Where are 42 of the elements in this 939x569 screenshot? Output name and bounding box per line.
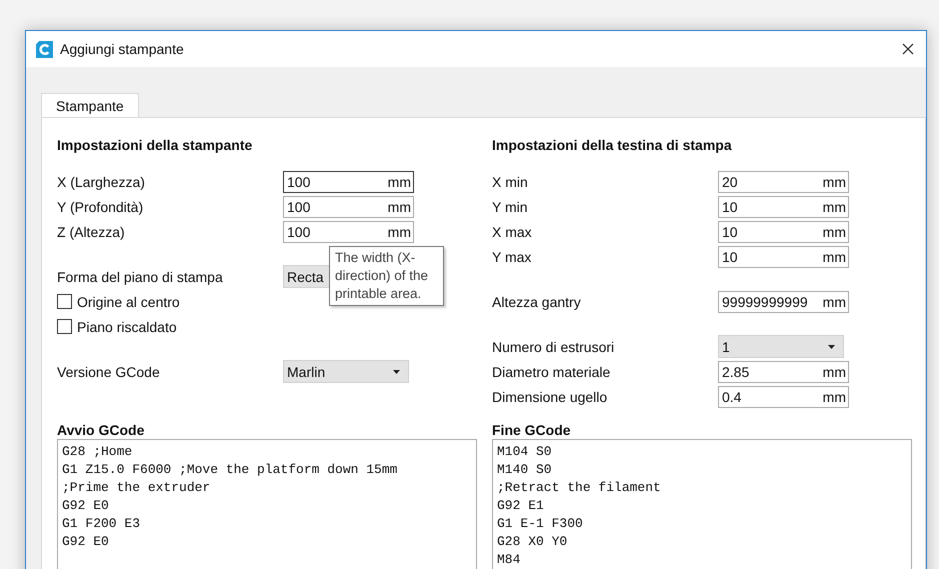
section-heading: Avvio GCode — [57, 421, 146, 439]
number-field[interactable]: 0.4 mm — [718, 386, 849, 408]
field-label: Dimensione ugello — [492, 388, 608, 404]
number-field[interactable]: 10 mm — [718, 196, 849, 218]
gcode-editor[interactable]: G28 ;Home G1 Z15.0 F6000 ;Move the platform down 15mm ;Prime the extruder G92 E0 G1 F200 E3 G92 E0 — [57, 439, 477, 569]
number-field[interactable]: 10 mm — [718, 246, 849, 268]
number-field[interactable]: 20 mm — [718, 170, 849, 192]
field-label: Z (Altezza) — [57, 224, 126, 240]
field-label: Diametro materiale — [492, 364, 612, 380]
number-field[interactable]: 100 mm — [283, 196, 414, 218]
section-heading: Fine GCode — [492, 421, 572, 439]
field-label: Y min — [492, 198, 529, 214]
field-label: Versione GCode — [57, 364, 161, 380]
checkbox-label: Piano riscaldato — [77, 318, 177, 334]
app-logo-icon — [36, 40, 53, 58]
checkbox-label: Origine al centro — [77, 294, 180, 310]
number-field[interactable]: 100 mm — [283, 170, 414, 192]
checkbox[interactable] — [57, 319, 72, 334]
field-label: Altezza gantry — [492, 294, 582, 310]
printer-tab[interactable]: Stampante — [41, 93, 139, 117]
number-field[interactable]: 10 mm — [718, 220, 849, 242]
checkbox[interactable] — [57, 294, 72, 309]
field-label: X max — [492, 224, 533, 240]
field-label: Y (Profondità) — [57, 198, 144, 214]
field-label: Y max — [492, 248, 532, 264]
gcode-editor[interactable]: M104 S0 M140 S0 ;Retract the filament G92 E1 G1 E-1 F300 G28 X0 Y0 M84 — [492, 439, 912, 569]
number-field[interactable]: 99999999999 mm — [718, 290, 849, 312]
dropdown[interactable]: Marlin — [283, 360, 409, 383]
field-label: Numero di estrusori — [492, 338, 616, 354]
window-title: Aggiungi stampante — [60, 41, 185, 57]
field-label: X (Larghezza) — [57, 174, 146, 190]
field-label: Forma del piano di stampa — [57, 268, 224, 284]
section-heading: Impostazioni della stampante — [57, 136, 254, 155]
dropdown[interactable]: 1 — [718, 335, 844, 358]
number-field[interactable]: 2.85 mm — [718, 360, 849, 382]
caret-icon — [393, 370, 400, 374]
tooltip: The width (X-direction) of the printable area. — [329, 246, 444, 306]
section-heading: Impostazioni della testina di stampa — [492, 136, 733, 155]
close-icon[interactable] — [902, 43, 914, 55]
number-field[interactable]: 100 mm — [283, 220, 414, 242]
caret-icon — [828, 344, 835, 348]
field-label: X min — [492, 174, 529, 190]
